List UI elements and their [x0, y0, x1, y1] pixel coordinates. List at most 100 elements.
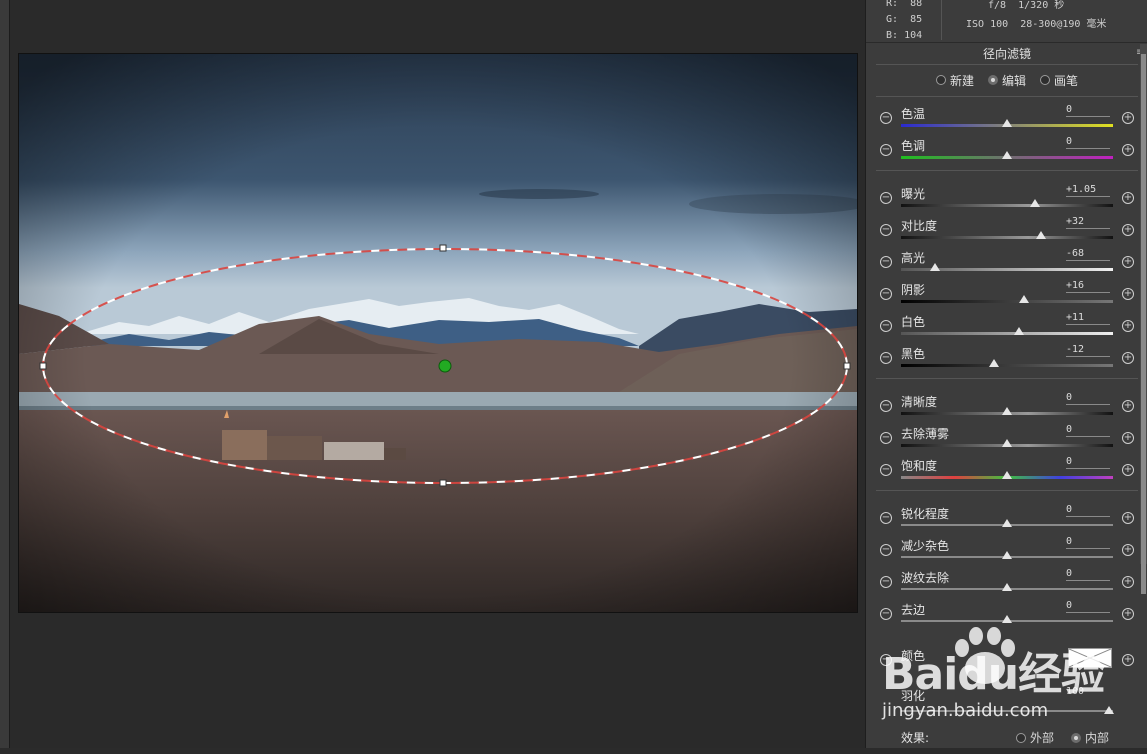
- feather-track[interactable]: [901, 710, 1113, 712]
- photo-preview[interactable]: [18, 53, 858, 613]
- slider-value[interactable]: 0: [1066, 392, 1110, 405]
- slider-thumb[interactable]: [929, 263, 940, 271]
- feather-label: 羽化: [901, 689, 926, 703]
- minus-icon[interactable]: −: [880, 432, 892, 444]
- minus-icon[interactable]: −: [880, 608, 892, 620]
- slider-track[interactable]: [901, 300, 1113, 303]
- slider-track[interactable]: [901, 236, 1113, 239]
- feather-thumb[interactable]: [1104, 706, 1114, 714]
- scrollbar-thumb[interactable]: [1141, 54, 1146, 594]
- slider-thumb[interactable]: [989, 359, 1000, 367]
- plus-icon[interactable]: +: [1122, 112, 1134, 124]
- shutter-speed: 1/320 秒: [1018, 0, 1065, 11]
- mode-brush-radio[interactable]: 画笔: [1040, 72, 1078, 89]
- slider-thumb[interactable]: [1002, 583, 1012, 591]
- plus-icon[interactable]: +: [1122, 512, 1134, 524]
- slider-row: − 波纹去除 0 +: [866, 564, 1136, 594]
- color-label: 颜色: [901, 649, 926, 663]
- slider-thumb[interactable]: [1002, 519, 1012, 527]
- slider-label: 白色: [901, 315, 926, 329]
- slider-thumb[interactable]: [1018, 295, 1029, 303]
- minus-icon[interactable]: −: [880, 224, 892, 236]
- slider-value[interactable]: 0: [1066, 536, 1110, 549]
- slider-value[interactable]: +11: [1066, 312, 1110, 325]
- slider-label: 饱和度: [901, 459, 938, 473]
- slider-value[interactable]: 0: [1066, 504, 1110, 517]
- feather-value[interactable]: 100: [1066, 686, 1110, 698]
- minus-icon[interactable]: −: [880, 464, 892, 476]
- slider-thumb[interactable]: [1002, 615, 1012, 623]
- slider-track[interactable]: [901, 204, 1113, 207]
- slider-label: 黑色: [901, 347, 926, 361]
- slider-thumb[interactable]: [1013, 327, 1024, 335]
- slider-thumb[interactable]: [1002, 151, 1012, 159]
- minus-icon[interactable]: −: [880, 256, 892, 268]
- plus-icon[interactable]: +: [1122, 288, 1134, 300]
- minus-icon[interactable]: −: [880, 400, 892, 412]
- ellipse-handle-top: [439, 244, 447, 252]
- mode-selector: 新建 编辑 画笔: [866, 70, 1147, 90]
- radio-selected-icon: [987, 75, 998, 85]
- plus-icon[interactable]: +: [1122, 320, 1134, 332]
- slider-value[interactable]: 0: [1066, 424, 1110, 437]
- minus-icon[interactable]: −: [880, 654, 892, 666]
- plus-icon[interactable]: +: [1122, 256, 1134, 268]
- plus-icon[interactable]: +: [1122, 192, 1134, 204]
- slider-value[interactable]: 0: [1066, 568, 1110, 581]
- slider-thumb[interactable]: [1002, 471, 1012, 479]
- minus-icon[interactable]: −: [880, 576, 892, 588]
- slider-thumb[interactable]: [1029, 199, 1040, 207]
- plus-icon[interactable]: +: [1122, 224, 1134, 236]
- divider: [876, 170, 1138, 171]
- radio-icon: [935, 75, 946, 85]
- plus-icon[interactable]: +: [1122, 464, 1134, 476]
- mode-new-radio[interactable]: 新建: [935, 72, 974, 89]
- slider-value[interactable]: +32: [1066, 216, 1110, 229]
- feather-row: 羽化 100: [866, 682, 1136, 714]
- minus-icon[interactable]: −: [880, 288, 892, 300]
- slider-thumb[interactable]: [1035, 231, 1046, 239]
- plus-icon[interactable]: +: [1122, 654, 1134, 666]
- slider-value[interactable]: 0: [1066, 600, 1110, 613]
- plus-icon[interactable]: +: [1122, 576, 1134, 588]
- plus-icon[interactable]: +: [1122, 608, 1134, 620]
- slider-value[interactable]: +1.05: [1066, 184, 1110, 197]
- slider-value[interactable]: +16: [1066, 280, 1110, 293]
- slider-value[interactable]: -12: [1066, 344, 1110, 357]
- plus-icon[interactable]: +: [1122, 400, 1134, 412]
- slider-thumb[interactable]: [1002, 551, 1012, 559]
- panel-scrollbar[interactable]: [1140, 44, 1147, 594]
- mode-edit-radio[interactable]: 编辑: [987, 72, 1026, 89]
- plus-icon[interactable]: +: [1122, 432, 1134, 444]
- slider-thumb[interactable]: [1002, 439, 1012, 447]
- slider-label: 去除薄雾: [901, 427, 950, 441]
- minus-icon[interactable]: −: [880, 112, 892, 124]
- slider-value[interactable]: 0: [1066, 136, 1110, 149]
- minus-icon[interactable]: −: [880, 320, 892, 332]
- slider-track[interactable]: [901, 364, 1113, 367]
- plus-icon[interactable]: +: [1122, 144, 1134, 156]
- radio-icon: [1040, 75, 1050, 85]
- effect-inside-radio[interactable]: 内部: [1071, 729, 1109, 746]
- divider: [876, 64, 1138, 65]
- slider-row: − 对比度 +32 +: [866, 212, 1136, 242]
- slider-value[interactable]: 0: [1066, 456, 1110, 469]
- plus-icon[interactable]: +: [1122, 352, 1134, 364]
- filter-center-pin: [438, 359, 452, 373]
- plus-icon[interactable]: +: [1122, 544, 1134, 556]
- slider-track[interactable]: [901, 332, 1113, 335]
- slider-thumb[interactable]: [1002, 119, 1012, 127]
- mode-new-label: 新建: [949, 73, 974, 88]
- minus-icon[interactable]: −: [880, 512, 892, 524]
- minus-icon[interactable]: −: [880, 144, 892, 156]
- slider-thumb[interactable]: [1002, 407, 1012, 415]
- slider-value[interactable]: -68: [1066, 248, 1110, 261]
- ellipse-handle-left: [39, 362, 47, 370]
- minus-icon[interactable]: −: [880, 352, 892, 364]
- minus-icon[interactable]: −: [880, 544, 892, 556]
- slider-label: 波纹去除: [901, 571, 950, 585]
- slider-value[interactable]: 0: [1066, 104, 1110, 117]
- effect-outside-radio[interactable]: 外部: [1016, 729, 1054, 746]
- minus-icon[interactable]: −: [880, 192, 892, 204]
- color-swatch[interactable]: [1068, 648, 1112, 668]
